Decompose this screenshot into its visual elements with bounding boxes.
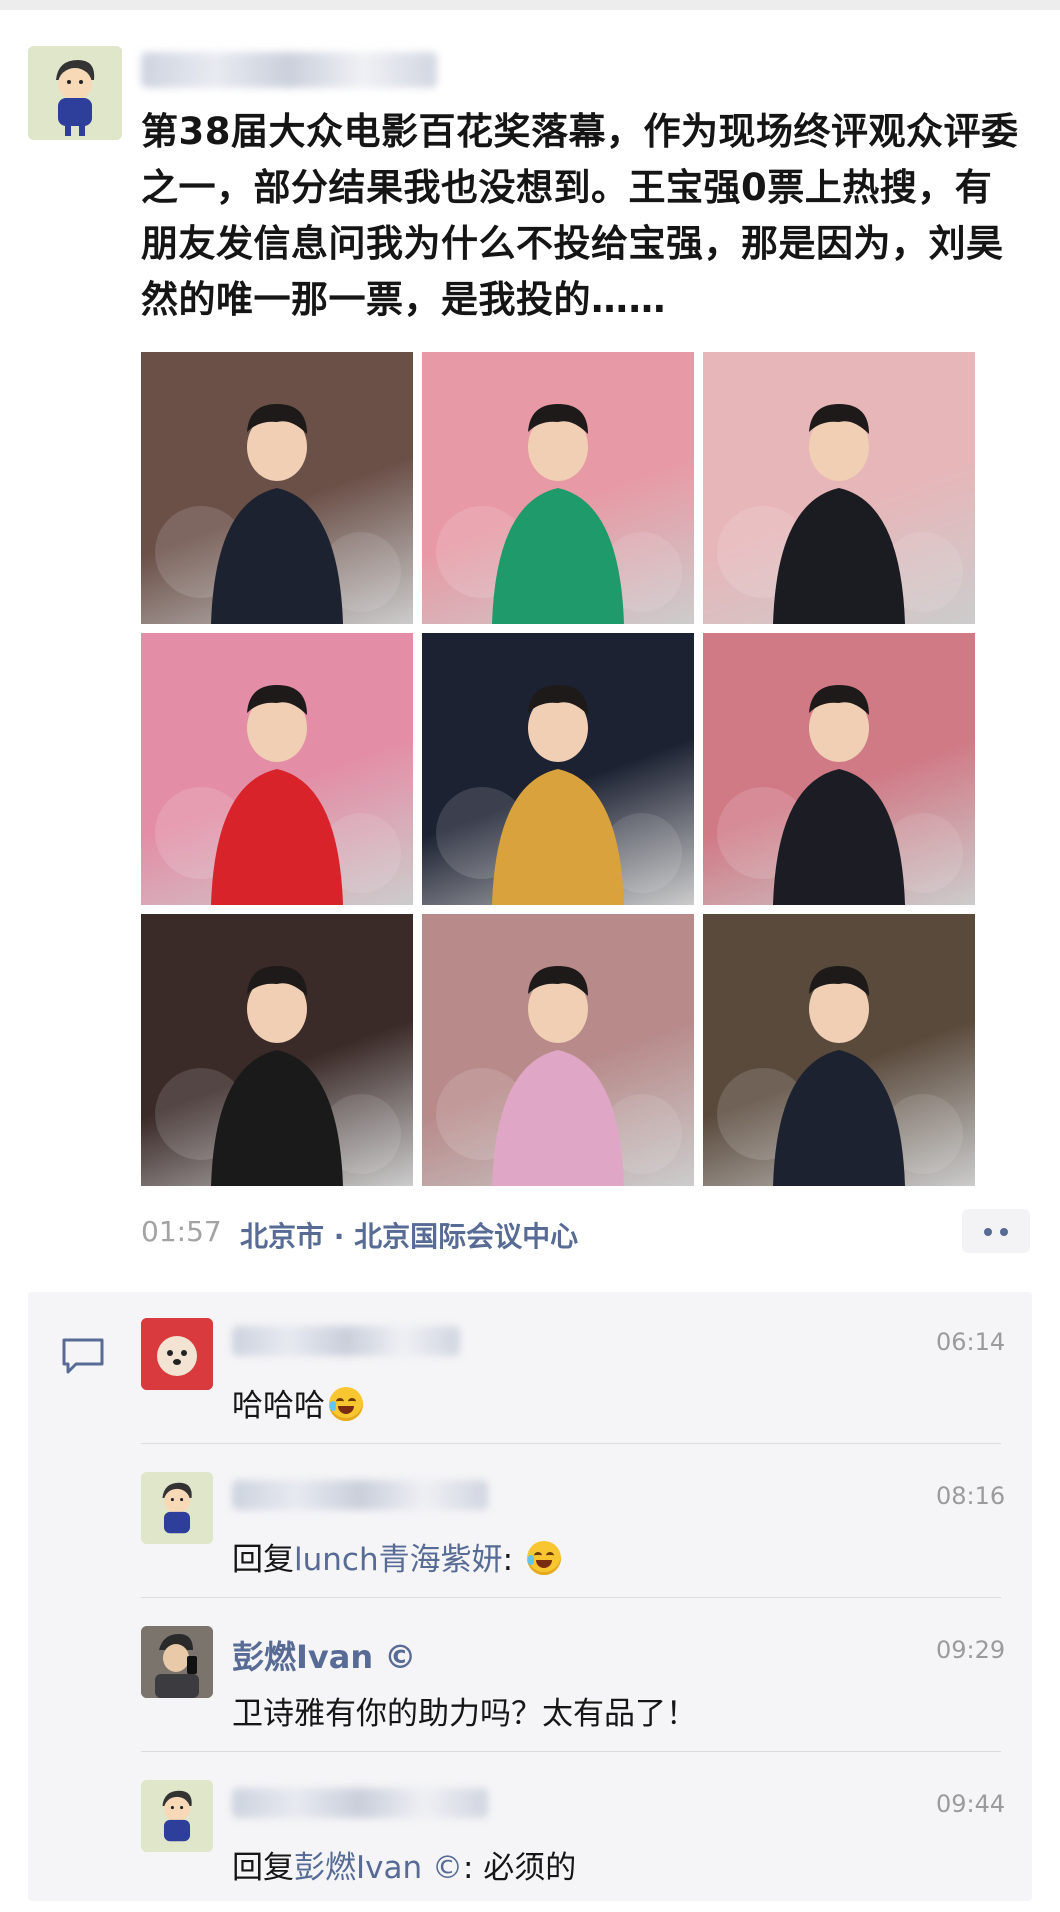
- comment-body: : 必须的: [463, 1850, 577, 1886]
- laughing-tears-emoji-icon: [329, 1387, 363, 1421]
- commenter-name-blurred[interactable]: [232, 1326, 460, 1356]
- commenter-avatar[interactable]: [141, 1626, 213, 1698]
- comment-divider: [141, 1443, 1001, 1444]
- comment-item: 彭燃Ivan © 09:29 卫诗雅有你的助力吗？太有品了！: [0, 1608, 1060, 1758]
- comment-time: 06:14: [936, 1328, 1006, 1356]
- comment-item: 06:14 哈哈哈: [0, 1300, 1060, 1450]
- comment-divider: [141, 1751, 1001, 1752]
- commenter-name-blurred[interactable]: [232, 1480, 488, 1510]
- comment-text: 回复彭燃Ivan ©: 必须的: [232, 1842, 576, 1887]
- author-name-blurred[interactable]: [141, 52, 437, 88]
- comment-time: 08:16: [936, 1482, 1006, 1510]
- comment-text: 回复lunch青海紫妍:: [232, 1534, 561, 1579]
- commenter-name-link[interactable]: 彭燃Ivan ©: [232, 1632, 416, 1678]
- photo-woman-red-gown-trophy[interactable]: [141, 633, 413, 905]
- cartoon-boy-avatar-icon: [141, 1472, 213, 1544]
- post-text: 第38届大众电影百花奖落幕，作为现场终评观众评委之一，部分结果我也没想到。王宝强…: [141, 110, 1019, 321]
- commenter-avatar[interactable]: [141, 1472, 213, 1544]
- comment-divider: [141, 1597, 1001, 1598]
- photo-woman-pink-sequin-dress[interactable]: [422, 914, 694, 1186]
- rolling-laugh-emoji-icon: [526, 1541, 561, 1575]
- man-selfie-avatar-icon: [141, 1626, 213, 1698]
- reply-prefix: 回复: [232, 1850, 294, 1886]
- post-time: 01:57: [141, 1215, 222, 1248]
- dog-photo-avatar-icon: [141, 1318, 213, 1390]
- comment-item: 08:16 回复lunch青海紫妍:: [0, 1454, 1060, 1604]
- comment-text: 卫诗雅有你的助力吗？太有品了！: [232, 1696, 697, 1732]
- photo-man-clapping-audience[interactable]: [703, 914, 975, 1186]
- cartoon-boy-avatar-icon: [141, 1780, 213, 1852]
- commenter-name-blurred[interactable]: [232, 1788, 488, 1818]
- top-bar: [0, 0, 1060, 10]
- commenter-avatar[interactable]: [141, 1318, 213, 1390]
- photo-woman-black-blazer[interactable]: [141, 914, 413, 1186]
- comment-time: 09:44: [936, 1790, 1006, 1818]
- photo-man-tuxedo-trophy[interactable]: [703, 352, 975, 624]
- photo-golden-statue-stage[interactable]: [422, 633, 694, 905]
- reply-to-user-link[interactable]: lunch青海紫妍: [294, 1542, 503, 1578]
- comment-text: 哈哈哈: [232, 1380, 363, 1425]
- reply-prefix: 回复: [232, 1542, 294, 1578]
- reply-to-user-link[interactable]: 彭燃Ivan ©: [294, 1850, 463, 1886]
- comment-body: :: [502, 1542, 514, 1578]
- photo-man-glasses-certificate[interactable]: [703, 633, 975, 905]
- photo-grid: [141, 352, 977, 1186]
- more-actions-button[interactable]: [962, 1209, 1030, 1253]
- commenter-avatar[interactable]: [141, 1780, 213, 1852]
- photo-man-dark-suit-seated[interactable]: [141, 352, 413, 624]
- cartoon-boy-avatar-icon: [28, 46, 122, 140]
- post-location-link[interactable]: 北京市 · 北京国际会议中心: [240, 1215, 578, 1255]
- author-avatar[interactable]: [28, 46, 122, 140]
- comment-body: 哈哈哈: [232, 1388, 325, 1424]
- comment-time: 09:29: [936, 1636, 1006, 1664]
- comment-item: 09:44 回复彭燃Ivan ©: 必须的: [0, 1762, 1060, 1912]
- photo-woman-green-dress-trophy[interactable]: [422, 352, 694, 624]
